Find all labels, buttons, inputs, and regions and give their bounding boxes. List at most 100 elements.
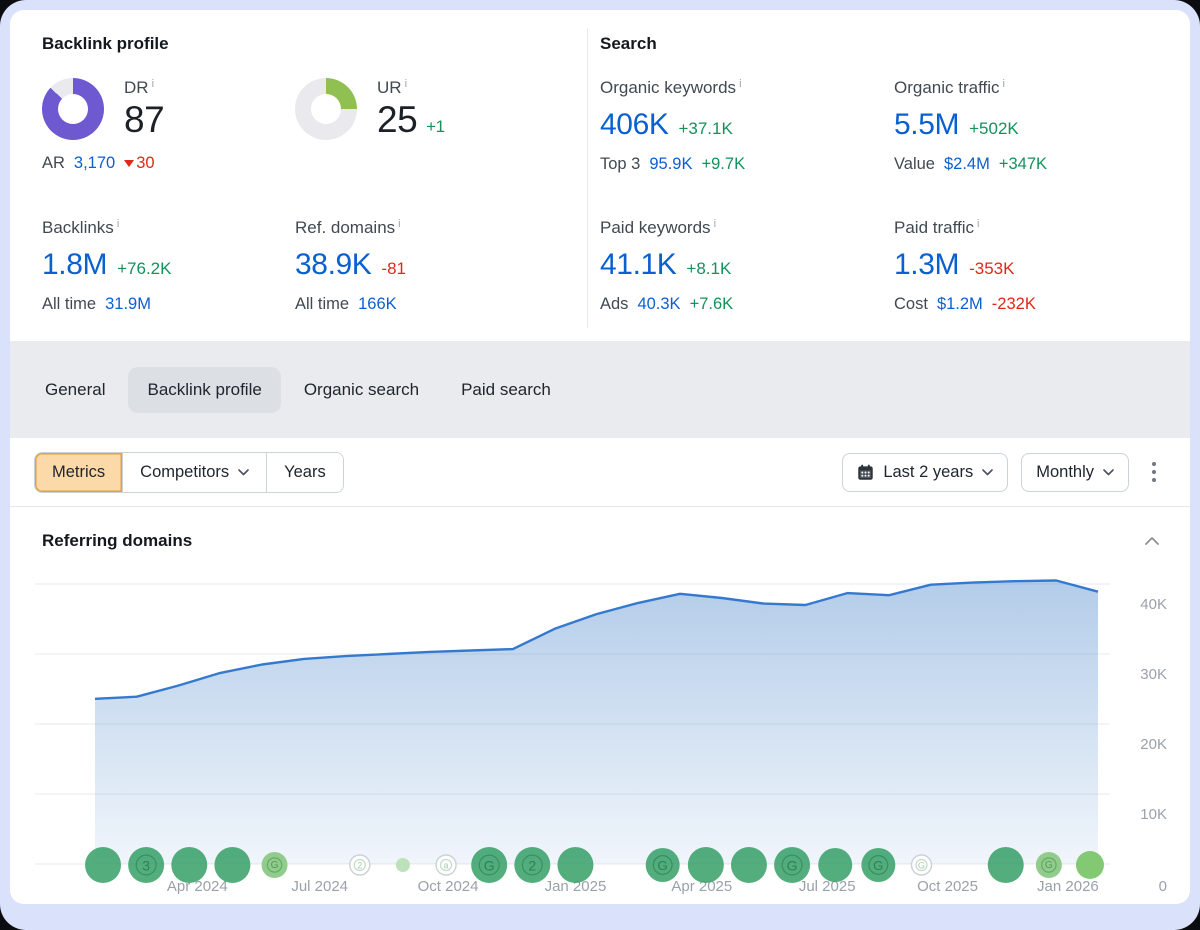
svg-text:0: 0 [1159,878,1167,895]
date-range-button[interactable]: Last 2 years [842,453,1008,492]
tab-general[interactable]: General [26,367,124,413]
svg-text:Jan 2026: Jan 2026 [1037,878,1099,895]
ur-label: UR [377,78,402,98]
x-axis-labels: Apr 2024Jul 2024Oct 2024Jan 2025Apr 2025… [167,878,1099,895]
section-title-search: Search [600,34,1166,54]
dr-value: 87 [124,99,164,141]
svg-text:G: G [1045,860,1053,871]
info-icon[interactable]: i [152,79,154,90]
svg-text:10K: 10K [1140,806,1167,823]
event-dot[interactable] [171,847,207,883]
ref-domains-delta: -81 [381,259,406,279]
traffic-value-amount[interactable]: $2.4M [944,155,990,174]
ref-domains-alltime-value[interactable]: 166K [358,295,397,314]
info-icon[interactable]: i [977,219,979,230]
years-segment[interactable]: Years [266,453,343,492]
y-axis-labels: 0 10K 20K 30K 40K [1140,596,1167,895]
svg-text:2: 2 [528,858,536,874]
tab-paid-search[interactable]: Paid search [442,367,570,413]
info-icon[interactable]: i [714,219,716,230]
event-dot[interactable]: G [471,847,507,883]
decrease-triangle-icon [124,160,134,167]
metric-paid-keywords: Paid keywords i 41.1K +8.1K Ads 40.3K +7… [600,218,894,314]
metrics-segment[interactable]: Metrics [35,453,122,492]
svg-text:G: G [484,858,495,874]
metric-ur: UR i 25 +1 [295,78,582,218]
event-dot[interactable] [731,847,767,883]
event-dot[interactable]: G [1036,852,1062,878]
svg-text:G: G [918,861,925,871]
more-options-kebab-icon[interactable] [1142,456,1166,488]
stats-panel: Backlink profile DR i 87 [10,10,1190,341]
event-dot[interactable] [85,847,121,883]
granularity-button[interactable]: Monthly [1021,453,1129,492]
chevron-down-icon [238,469,249,476]
referring-domains-chart[interactable]: 0 10K 20K 30K 40K Apr 2024Jul 2024Oct 2024Jan… [10,559,1190,904]
collapse-chevron-up-icon[interactable] [1140,532,1164,550]
event-dot[interactable]: 2 [514,847,550,883]
paid-keywords-value[interactable]: 41.1K [600,248,676,282]
event-dot[interactable]: G [774,847,810,883]
metric-paid-traffic: Paid traffic i 1.3M -353K Cost $1.2M -23… [894,218,1166,314]
svg-text:Jul 2024: Jul 2024 [291,878,348,895]
info-icon[interactable]: i [405,79,407,90]
svg-text:G: G [787,858,798,874]
ur-delta: +1 [426,117,444,137]
backlinks-value[interactable]: 1.8M [42,248,107,282]
area-fill [95,581,1098,865]
svg-text:40K: 40K [1140,596,1167,613]
competitors-segment[interactable]: Competitors [122,453,266,492]
top3-value[interactable]: 95.9K [649,155,692,174]
metric-ref-domains: Ref. domains i 38.9K -81 All time 166K [295,218,582,314]
domain-overview-card: Backlink profile DR i 87 [10,10,1190,904]
svg-text:20K: 20K [1140,736,1167,753]
calendar-icon [857,464,874,481]
backlinks-alltime-value[interactable]: 31.9M [105,295,151,314]
tab-organic-search[interactable]: Organic search [285,367,438,413]
event-dot[interactable]: G [911,855,931,875]
ar-value[interactable]: 3,170 [74,154,115,173]
tab-backlink-profile[interactable]: Backlink profile [128,367,280,413]
metric-dr: DR i 87 AR 3,170 30 [42,78,295,218]
event-dot[interactable] [988,847,1024,883]
organic-traffic-value[interactable]: 5.5M [894,108,959,142]
info-icon[interactable]: i [1003,79,1005,90]
chart-toolbar: Metrics Competitors Years Last 2 years [10,438,1190,507]
svg-text:30K: 30K [1140,666,1167,683]
dr-donut-chart [42,78,104,140]
event-dot[interactable] [1076,851,1104,879]
paid-traffic-value[interactable]: 1.3M [894,248,959,282]
info-icon[interactable]: i [117,219,119,230]
info-icon[interactable]: i [739,79,741,90]
event-dot[interactable]: G [262,852,288,878]
backlink-profile-section: Backlink profile DR i 87 [42,34,582,314]
svg-text:G: G [873,858,883,873]
event-dot[interactable] [557,847,593,883]
chevron-down-icon [982,469,993,476]
backlinks-delta: +76.2K [117,259,171,279]
event-dot[interactable] [396,858,410,872]
ref-domains-value[interactable]: 38.9K [295,248,371,282]
event-dot[interactable] [688,847,724,883]
event-dot[interactable] [214,847,250,883]
event-dot[interactable]: a [436,855,456,875]
ar-delta: 30 [124,154,154,173]
ur-value: 25 [377,99,417,141]
ur-donut-chart [295,78,357,140]
section-divider [587,28,588,328]
event-dot[interactable]: 2 [350,855,370,875]
event-dot[interactable]: G [646,848,680,882]
metric-organic-traffic: Organic traffic i 5.5M +502K Value $2.4M… [894,78,1166,218]
event-dot[interactable]: G [861,848,895,882]
svg-text:Jul 2025: Jul 2025 [799,878,856,895]
event-dot[interactable]: 3 [128,847,164,883]
report-tabstrip: General Backlink profile Organic search … [10,341,1190,438]
organic-keywords-value[interactable]: 406K [600,108,668,142]
svg-text:Oct 2025: Oct 2025 [917,878,978,895]
svg-text:a: a [444,861,449,871]
cost-value[interactable]: $1.2M [937,295,983,314]
event-dot[interactable] [818,848,852,882]
chevron-down-icon [1103,469,1114,476]
info-icon[interactable]: i [398,219,400,230]
ads-value[interactable]: 40.3K [637,295,680,314]
